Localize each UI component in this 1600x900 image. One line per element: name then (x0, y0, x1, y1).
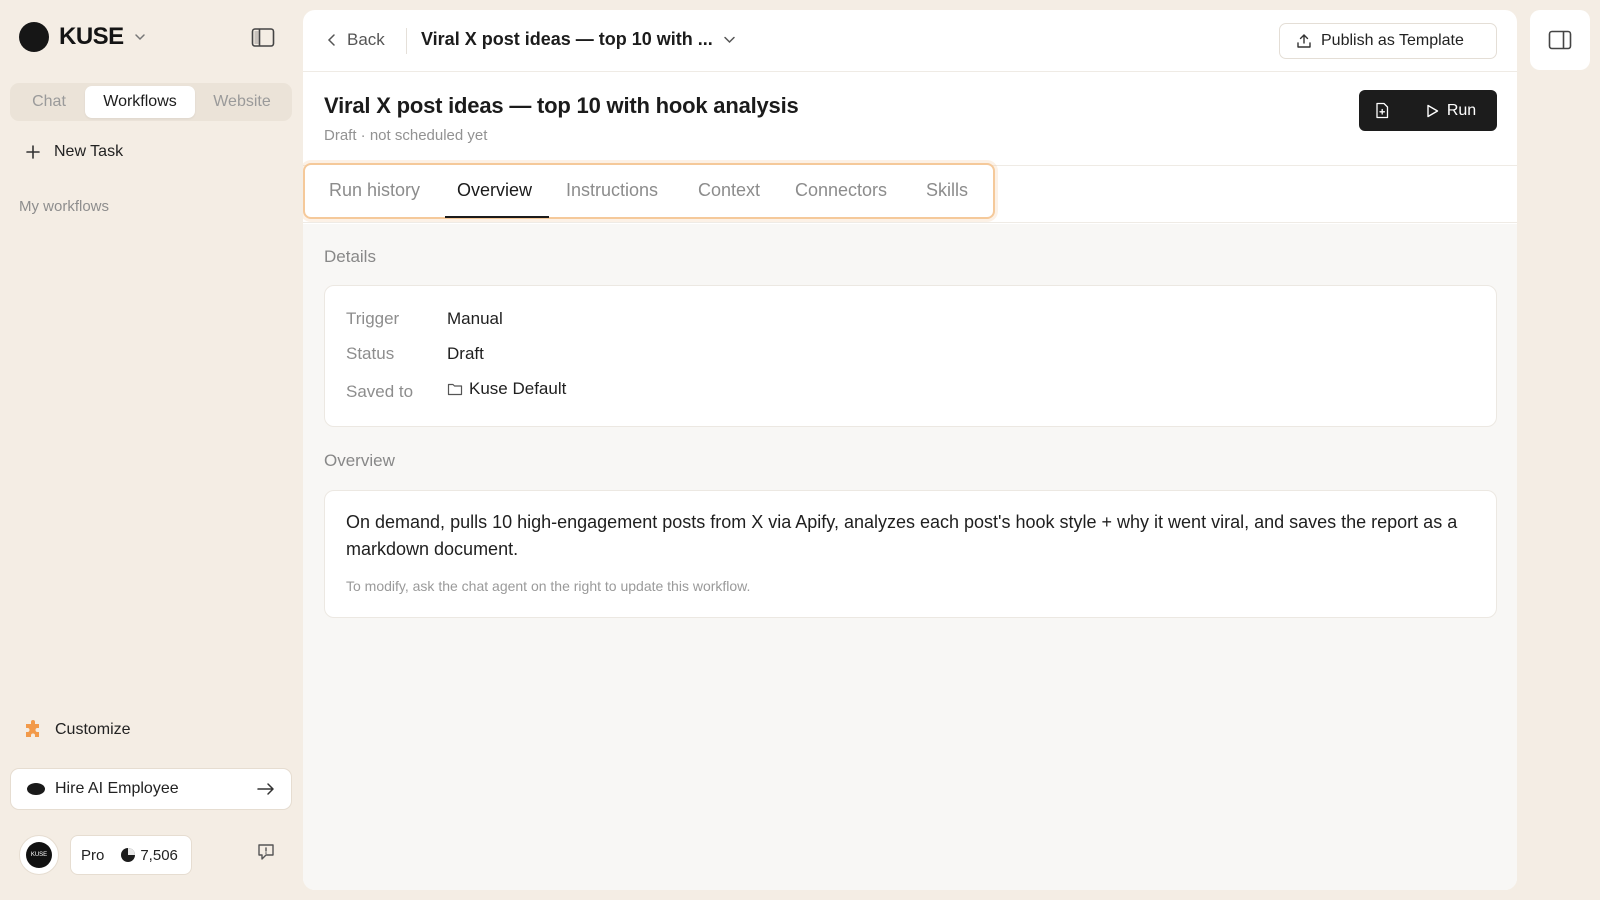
chevron-left-icon (327, 34, 335, 46)
avatar[interactable]: KUSE (19, 835, 59, 875)
page-title: Viral X post ideas — top 10 with hook an… (324, 93, 799, 118)
detail-key-saved-to: Saved to (346, 382, 414, 401)
brand-name: KUSE (59, 23, 124, 50)
credits-icon (121, 848, 136, 862)
back-button[interactable]: Back (325, 30, 385, 50)
tab-instructions[interactable]: Instructions (566, 180, 658, 201)
run-label: Run (1446, 101, 1477, 119)
plan-credits-pill[interactable]: Pro 7,506 (70, 835, 192, 875)
credits-count: 7,506 (140, 846, 178, 864)
tab-context[interactable]: Context (698, 180, 760, 201)
puzzle-icon (26, 720, 39, 737)
publish-label: Publish as Template (1321, 32, 1464, 49)
active-tab-underline (445, 216, 549, 218)
detail-value-status: Draft (447, 344, 484, 363)
plan-name: Pro (81, 846, 105, 864)
document-icon (1376, 102, 1389, 119)
overview-description: On demand, pulls 10 high-engagement post… (346, 512, 1458, 559)
brand-logo (19, 22, 49, 52)
top-divider (406, 28, 407, 54)
overview-hint: To modify, ask the chat agent on the rig… (346, 578, 751, 594)
run-document-button[interactable] (1359, 90, 1405, 131)
details-heading: Details (324, 247, 376, 266)
right-panel-icon (1548, 30, 1572, 50)
brand-menu[interactable]: KUSE (19, 22, 146, 52)
detail-key-status: Status (346, 344, 395, 363)
mode-tabs: Chat Workflows Website (10, 83, 292, 121)
main-panel: Back Viral X post ideas — top 10 with ..… (303, 10, 1517, 890)
detail-value-trigger: Manual (447, 309, 503, 328)
chevron-down-icon (134, 34, 145, 41)
tab-connectors[interactable]: Connectors (795, 180, 887, 201)
new-task-button[interactable]: New Task (24, 143, 123, 161)
toggle-right-panel-button[interactable] (1530, 10, 1590, 70)
overview-heading: Overview (324, 451, 395, 470)
tab-skills[interactable]: Skills (926, 180, 968, 201)
detail-key-trigger: Trigger (346, 309, 400, 328)
plus-icon (26, 145, 40, 159)
run-button[interactable]: Run (1405, 90, 1497, 131)
tab-run-history[interactable]: Run history (329, 180, 420, 201)
upload-icon (1297, 34, 1311, 48)
saved-to-label: Kuse Default (469, 379, 567, 398)
mode-tab-chat[interactable]: Chat (13, 86, 85, 118)
top-bar: Back Viral X post ideas — top 10 with ..… (303, 10, 1517, 72)
folder-icon (447, 383, 463, 396)
new-task-label: New Task (54, 143, 124, 160)
run-button-group: Run (1359, 90, 1497, 131)
collapse-sidebar-icon[interactable] (251, 27, 275, 49)
hire-label: Hire AI Employee (55, 780, 179, 797)
mode-tab-website[interactable]: Website (195, 86, 289, 118)
avatar-logo: KUSE (26, 842, 52, 868)
overview-card: On demand, pulls 10 high-engagement post… (324, 490, 1497, 618)
details-card: Trigger Manual Status Draft Saved to Kus… (324, 285, 1497, 427)
detail-value-saved-to[interactable]: Kuse Default (447, 379, 566, 399)
publish-template-button[interactable]: Publish as Template (1279, 23, 1497, 59)
tab-overview[interactable]: Overview (457, 180, 532, 201)
play-icon (1427, 104, 1439, 117)
mode-tab-workflows[interactable]: Workflows (85, 86, 195, 118)
back-label: Back (347, 30, 385, 49)
workflow-switcher[interactable]: Viral X post ideas — top 10 with ... (421, 29, 736, 50)
page-subtitle: Draft · not scheduled yet (324, 127, 488, 144)
feedback-icon[interactable] (256, 842, 276, 862)
hire-icon (27, 783, 45, 795)
chevron-down-icon (724, 36, 735, 44)
hire-ai-employee-button[interactable]: Hire AI Employee (10, 768, 292, 810)
sidebar: KUSE Chat Workflows Website New Task My … (0, 0, 300, 900)
breadcrumb-title: Viral X post ideas — top 10 with ... (421, 29, 713, 49)
customize-label: Customize (55, 721, 131, 738)
arrow-right-icon (257, 783, 274, 795)
customize-button[interactable]: Customize (24, 720, 131, 740)
my-workflows-heading: My workflows (19, 198, 110, 215)
